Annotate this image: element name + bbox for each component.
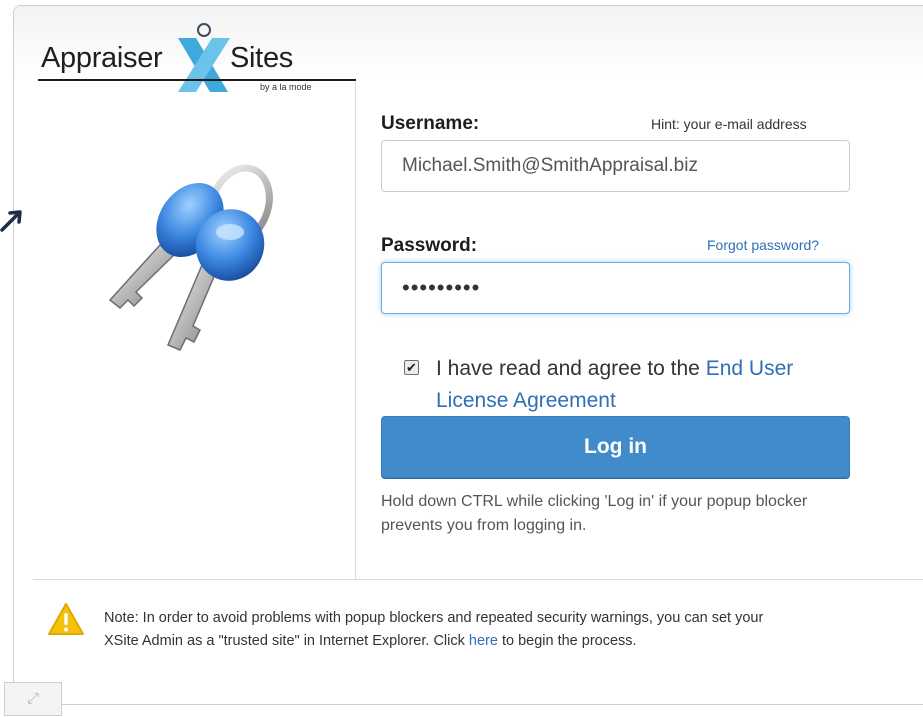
keys-icon	[108, 164, 273, 351]
logo-underline	[38, 79, 356, 81]
trusted-site-here-link[interactable]: here	[469, 633, 498, 649]
note-line-2: XSite Admin as a "trusted site" in Inter…	[104, 630, 923, 653]
logo-word-sites: Sites	[230, 42, 293, 74]
eula-prefix: I have read and agree to the	[436, 357, 706, 380]
username-input[interactable]: Michael.Smith@SmithAppraisal.biz	[381, 140, 850, 192]
eula-checkbox[interactable]: ✔	[404, 360, 419, 375]
warning-icon	[48, 603, 84, 635]
login-button[interactable]: Log in	[381, 416, 850, 478]
logo-tagline: by a la mode	[260, 82, 312, 92]
expand-icon: ⤢	[26, 690, 39, 707]
horizontal-divider	[33, 579, 923, 580]
username-hint: Hint: your e-mail address	[651, 116, 807, 132]
popup-help-text: Hold down CTRL while clicking 'Log in' i…	[381, 493, 808, 534]
arrow-icon	[0, 210, 22, 232]
expand-button[interactable]: ⤢	[4, 682, 62, 716]
eula-agreement-text: I have read and agree to the End User Li…	[436, 353, 856, 417]
password-input[interactable]: •••••••••	[381, 262, 850, 314]
trusted-site-note: Note: In order to avoid problems with po…	[104, 607, 923, 653]
password-label: Password:	[381, 235, 478, 256]
note-line-2-prefix: XSite Admin as a "trusted site" in Inter…	[104, 633, 469, 649]
appraiser-xsites-logo: Appraiser Sites by a la mode	[38, 22, 358, 102]
note-line-2-suffix: to begin the process.	[497, 633, 637, 649]
forgot-password-link[interactable]: Forgot password?	[707, 237, 819, 253]
logo-x-icon	[178, 23, 230, 92]
logo-word-appraiser: Appraiser	[41, 42, 163, 74]
username-label: Username:	[381, 113, 480, 134]
vertical-divider	[355, 82, 356, 579]
note-line-1: Note: In order to avoid problems with po…	[104, 610, 764, 626]
